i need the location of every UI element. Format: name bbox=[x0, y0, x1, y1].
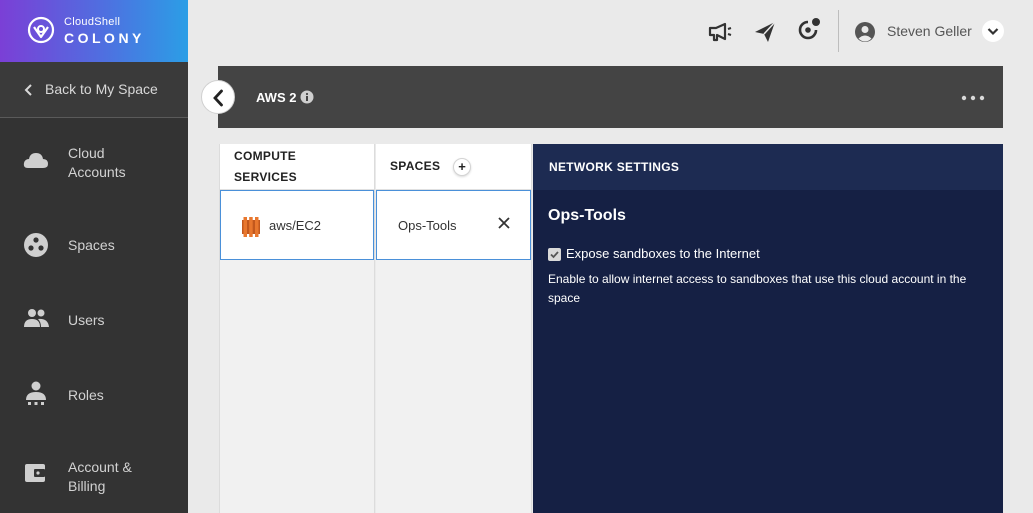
sidebar-item-spaces[interactable]: Spaces bbox=[0, 210, 188, 280]
user-name[interactable]: Steven Geller bbox=[887, 23, 972, 39]
more-options-icon[interactable] bbox=[961, 95, 985, 101]
space-item[interactable]: Ops-Tools bbox=[376, 190, 531, 260]
brand-title: COLONY bbox=[64, 30, 145, 46]
spaces-heading: SPACES bbox=[390, 159, 441, 173]
user-avatar-icon[interactable] bbox=[854, 21, 876, 43]
colony-logo-icon bbox=[27, 16, 55, 44]
compute-services-heading: COMPUTE SERVICES bbox=[234, 149, 297, 184]
roles-icon bbox=[26, 381, 46, 405]
user-menu-toggle[interactable] bbox=[982, 20, 1004, 42]
network-settings-panel: NETWORK SETTINGS Ops-Tools Expose sandbo… bbox=[533, 144, 1003, 513]
chevron-down-icon bbox=[987, 28, 999, 36]
compute-services-column: COMPUTE SERVICES aws/EC2 bbox=[219, 144, 375, 513]
back-button[interactable] bbox=[201, 80, 235, 114]
sidebar-item-roles[interactable]: Roles bbox=[0, 360, 188, 430]
back-label: Back to My Space bbox=[45, 81, 158, 97]
brand-subtitle: CloudShell bbox=[64, 16, 121, 28]
account-header-bar bbox=[218, 66, 1003, 128]
info-icon[interactable] bbox=[300, 90, 314, 104]
chevron-left-icon bbox=[213, 89, 223, 107]
space-item-label: Ops-Tools bbox=[398, 218, 457, 233]
users-icon bbox=[24, 309, 49, 327]
space-name-title: Ops-Tools bbox=[548, 207, 626, 224]
spaces-icon bbox=[24, 233, 48, 257]
sidebar: CloudShell COLONY Back to My Space Cloud… bbox=[0, 0, 188, 513]
cloud-icon bbox=[23, 153, 48, 168]
sidebar-item-label: Account & Billing bbox=[68, 459, 132, 494]
compute-services-header: COMPUTE SERVICES bbox=[220, 144, 374, 190]
spaces-header: SPACES + bbox=[376, 144, 531, 190]
expose-sandboxes-description: Enable to allow internet access to sandb… bbox=[548, 272, 967, 305]
notifications-icon[interactable] bbox=[796, 16, 822, 44]
expose-sandboxes-checkbox[interactable] bbox=[548, 248, 561, 261]
sidebar-item-account-billing[interactable]: Account & Billing bbox=[0, 450, 188, 513]
expose-sandboxes-label: Expose sandboxes to the Internet bbox=[566, 246, 760, 261]
sidebar-item-users[interactable]: Users bbox=[0, 285, 188, 355]
sidebar-item-cloud-accounts[interactable]: Cloud Accounts bbox=[0, 138, 188, 208]
brand-header[interactable]: CloudShell COLONY bbox=[0, 0, 188, 62]
sidebar-item-label: Spaces bbox=[68, 237, 115, 253]
megaphone-icon[interactable] bbox=[707, 18, 733, 46]
topbar-divider bbox=[838, 10, 839, 52]
checkmark-icon bbox=[550, 251, 559, 259]
sidebar-item-label: Users bbox=[68, 312, 105, 328]
add-space-button[interactable]: + bbox=[453, 158, 471, 176]
chevron-left-icon bbox=[24, 84, 32, 96]
sidebar-item-label: Cloud Accounts bbox=[68, 145, 126, 180]
close-icon[interactable] bbox=[497, 216, 511, 230]
network-settings-header: NETWORK SETTINGS bbox=[533, 144, 1003, 190]
network-settings-heading: NETWORK SETTINGS bbox=[549, 160, 680, 174]
compute-service-label: aws/EC2 bbox=[269, 218, 322, 233]
account-title: AWS 2 bbox=[256, 90, 297, 105]
back-to-space-link[interactable]: Back to My Space bbox=[0, 62, 188, 118]
wallet-icon bbox=[25, 464, 45, 482]
aws-ec2-icon bbox=[242, 217, 260, 237]
send-icon[interactable] bbox=[752, 18, 778, 46]
spaces-column: SPACES + Ops-Tools bbox=[376, 144, 532, 513]
compute-service-item[interactable]: aws/EC2 bbox=[220, 190, 374, 260]
sidebar-item-label: Roles bbox=[68, 387, 104, 403]
